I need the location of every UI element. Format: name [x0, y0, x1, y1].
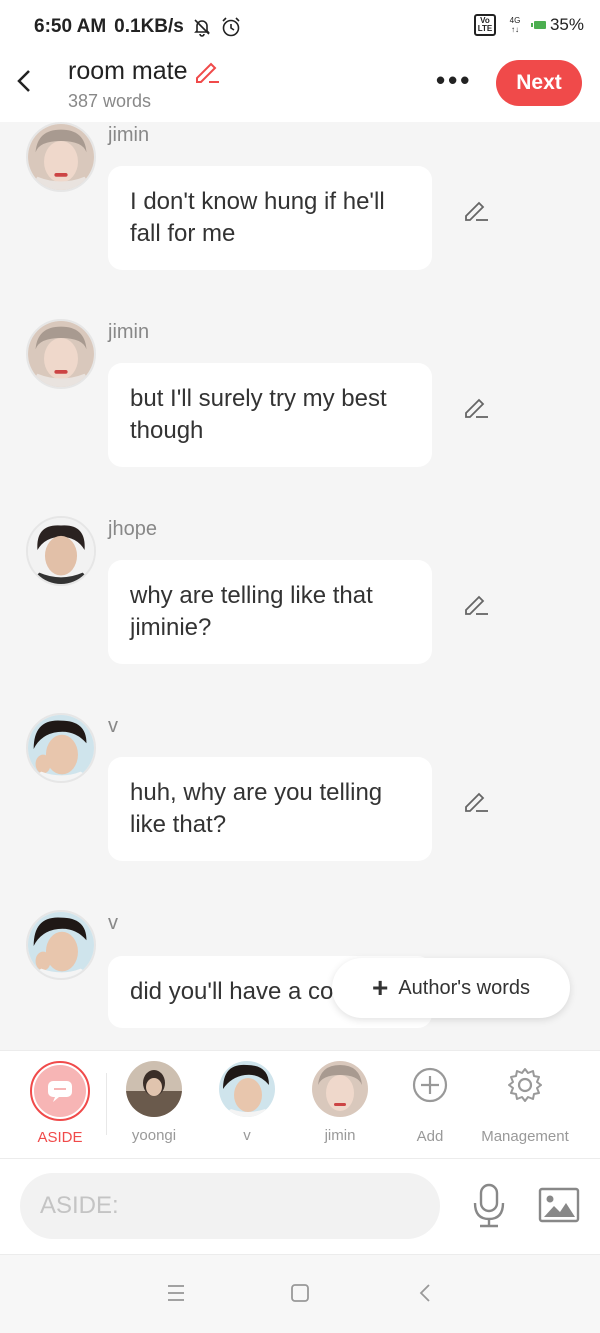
avatar-image — [28, 715, 94, 781]
pencil-icon[interactable] — [462, 787, 490, 815]
word-count: 387 words — [68, 91, 152, 111]
add-circle-icon — [412, 1067, 448, 1103]
management-button[interactable]: Management — [470, 1061, 580, 1145]
aside-inner — [34, 1065, 86, 1117]
status-right: Vo LTE 4G ↑↓ 35% — [473, 14, 584, 36]
alarm-icon — [222, 17, 240, 37]
story-title[interactable]: room mate — [68, 56, 221, 86]
battery-indicator: 35% — [530, 15, 584, 35]
menu-icon[interactable] — [162, 1281, 190, 1305]
pencil-icon[interactable] — [462, 393, 490, 421]
message-bubble[interactable]: huh, why are you telling like that? — [108, 757, 432, 861]
character-jimin[interactable]: jimin — [295, 1061, 385, 1144]
chat-message: jimin I don't know hung if he'll fall fo… — [0, 122, 600, 282]
add-character-button[interactable]: Add — [385, 1061, 475, 1145]
pencil-icon[interactable] — [462, 590, 490, 618]
input-bar — [0, 1158, 600, 1254]
plus-icon: + — [371, 972, 389, 1003]
divider — [106, 1073, 107, 1135]
character-yoongi[interactable]: yoongi — [109, 1061, 199, 1144]
status-time: 6:50 AM — [34, 16, 107, 37]
avatar[interactable] — [26, 516, 96, 586]
chat-message: jhope why are telling like that jiminie? — [0, 516, 600, 676]
sender-name: jhope — [108, 518, 157, 540]
aside-input[interactable] — [20, 1173, 440, 1239]
story-title-text: room mate — [68, 56, 188, 85]
network-icon: 4G ↑↓ — [509, 16, 521, 34]
avatar[interactable] — [26, 713, 96, 783]
avatar[interactable] — [26, 122, 96, 192]
more-button[interactable]: ••• — [436, 67, 472, 93]
character-label: yoongi — [131, 1127, 177, 1144]
pencil-icon[interactable] — [191, 56, 221, 86]
status-bar: 6:50 AM 0.1KB/s Vo LTE 4G ↑↓ 35% — [0, 0, 600, 56]
avatar-image — [28, 912, 94, 978]
character-aside[interactable]: ASIDE — [15, 1061, 105, 1146]
status-speed: 0.1KB/s — [114, 16, 184, 37]
message-bubble[interactable]: but I'll surely try my best though — [108, 363, 432, 467]
character-label: jimin — [324, 1127, 356, 1144]
avatar-image — [219, 1061, 275, 1117]
network-label: 4G — [509, 16, 521, 25]
avatar-image — [28, 518, 94, 584]
bell-off-icon — [193, 19, 210, 37]
back-button[interactable] — [14, 66, 40, 98]
avatar — [312, 1061, 368, 1117]
title-wrap: room mate 387 words — [68, 56, 221, 112]
status-left: 6:50 AM 0.1KB/s — [34, 16, 242, 38]
avatar-image — [28, 321, 94, 387]
message-bubble[interactable]: I don't know hung if he'll fall for me — [108, 166, 432, 270]
avatar — [126, 1061, 182, 1117]
volte-icon: Vo LTE — [473, 14, 496, 36]
chat-message: jimin but I'll surely try my best though — [0, 319, 600, 479]
gear-icon — [508, 1068, 542, 1102]
character-bar: ASIDE yoongi v jimin Add Management — [0, 1050, 600, 1158]
management-label: Management — [481, 1128, 569, 1145]
sender-name: jimin — [108, 321, 150, 343]
avatar — [219, 1061, 275, 1117]
back-nav-icon[interactable] — [412, 1281, 440, 1305]
battery-icon — [530, 21, 546, 29]
home-icon[interactable] — [286, 1281, 314, 1305]
message-bubble[interactable]: why are telling like that jiminie? — [108, 560, 432, 664]
avatar-image — [312, 1061, 368, 1117]
authors-words-button[interactable]: + Author's words — [332, 958, 570, 1018]
chat-bubble-icon — [48, 1081, 72, 1102]
pencil-icon[interactable] — [462, 196, 490, 224]
header: room mate 387 words ••• Next — [0, 56, 600, 122]
sender-name: jimin — [108, 124, 150, 146]
character-label: ASIDE — [37, 1129, 83, 1146]
next-button[interactable]: Next — [496, 60, 582, 106]
image-icon[interactable] — [538, 1187, 580, 1223]
avatar-image — [126, 1061, 182, 1117]
microphone-icon[interactable] — [470, 1183, 508, 1229]
chevron-left-icon — [17, 70, 30, 92]
character-label: v — [243, 1127, 251, 1144]
sender-name: v — [108, 715, 118, 737]
add-label: Add — [416, 1128, 444, 1145]
avatar[interactable] — [26, 910, 96, 980]
aside-avatar — [30, 1061, 90, 1121]
system-nav-bar — [0, 1254, 600, 1333]
chat-message: v huh, why are you telling like that? — [0, 713, 600, 873]
character-v[interactable]: v — [202, 1061, 292, 1144]
sender-name: v — [108, 912, 118, 934]
authors-words-label: Author's words — [398, 976, 530, 999]
battery-level: 35% — [549, 15, 584, 34]
chat-area[interactable]: jimin I don't know hung if he'll fall fo… — [0, 122, 600, 1050]
avatar[interactable] — [26, 319, 96, 389]
avatar-image — [28, 124, 94, 190]
